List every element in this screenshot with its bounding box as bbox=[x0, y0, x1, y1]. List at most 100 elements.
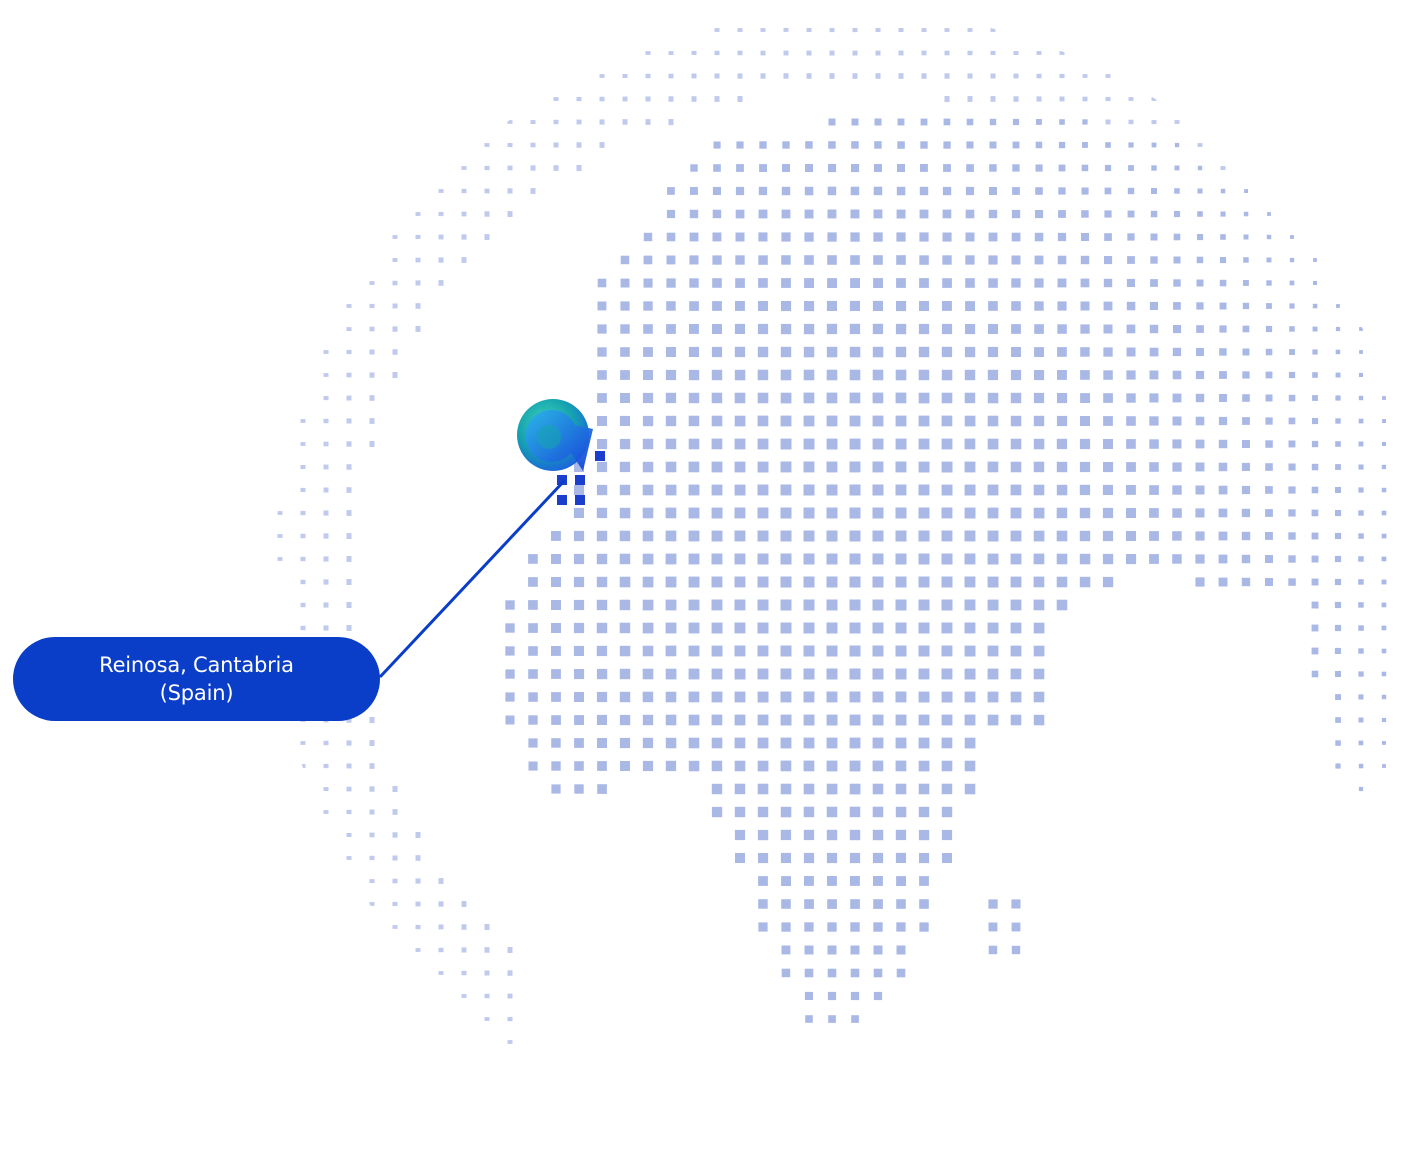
map-dot bbox=[851, 164, 860, 173]
map-dot bbox=[1243, 257, 1249, 263]
map-dot bbox=[369, 902, 375, 906]
map-dot bbox=[1219, 371, 1227, 379]
map-dot bbox=[1104, 256, 1113, 265]
map-dot bbox=[1103, 370, 1113, 380]
map-dot bbox=[553, 119, 559, 125]
map-dot bbox=[873, 922, 883, 932]
map-dot bbox=[1289, 257, 1295, 263]
map-dot bbox=[711, 507, 723, 519]
map-dot bbox=[734, 599, 746, 611]
map-dot bbox=[1197, 165, 1203, 171]
map-dot bbox=[688, 530, 700, 542]
map-dot bbox=[507, 1040, 513, 1044]
map-dot bbox=[1358, 510, 1364, 516]
map-dot bbox=[1149, 324, 1159, 334]
map-dot bbox=[597, 761, 607, 771]
map-dot bbox=[895, 714, 907, 726]
map-dot bbox=[392, 786, 398, 792]
map-dot bbox=[990, 50, 996, 56]
map-dot bbox=[967, 50, 973, 56]
map-dot bbox=[392, 878, 398, 884]
map-dot bbox=[369, 717, 375, 724]
map-dot bbox=[849, 645, 861, 657]
map-dot bbox=[757, 691, 769, 703]
map-dot bbox=[896, 209, 906, 219]
map-dot bbox=[689, 232, 699, 242]
map-dot bbox=[1381, 441, 1386, 446]
map-dot bbox=[642, 737, 654, 749]
map-dot bbox=[1334, 601, 1342, 609]
map-dot bbox=[734, 691, 746, 703]
map-dot bbox=[964, 737, 976, 749]
map-dot bbox=[415, 326, 421, 332]
map-dot bbox=[642, 714, 654, 726]
map-dot bbox=[896, 945, 906, 955]
map-dot bbox=[964, 346, 976, 358]
map-dot bbox=[1011, 209, 1021, 219]
map-dot bbox=[392, 372, 398, 378]
map-dot bbox=[803, 484, 815, 496]
map-dot bbox=[987, 346, 999, 358]
map-dot bbox=[757, 668, 769, 680]
map-dot bbox=[392, 280, 398, 286]
map-dot bbox=[734, 645, 746, 657]
map-dot bbox=[735, 209, 745, 219]
map-dot bbox=[895, 645, 907, 657]
map-dot bbox=[734, 507, 746, 519]
map-dot bbox=[346, 395, 352, 401]
map-dot bbox=[942, 232, 952, 242]
map-dot bbox=[874, 164, 882, 172]
map-dot bbox=[346, 327, 352, 331]
map-dot bbox=[873, 255, 883, 265]
map-dot bbox=[896, 899, 906, 909]
map-dot bbox=[1382, 396, 1386, 400]
map-dot bbox=[804, 278, 814, 288]
map-dot bbox=[596, 461, 608, 473]
map-dot bbox=[1195, 393, 1205, 403]
map-dot bbox=[1195, 577, 1205, 587]
map-dot bbox=[369, 303, 375, 309]
map-dot bbox=[781, 209, 791, 219]
map-dot bbox=[530, 142, 536, 148]
map-dot bbox=[1381, 648, 1387, 654]
map-dot bbox=[783, 50, 789, 56]
location-label[interactable]: Reinosa, Cantabria (Spain) bbox=[13, 637, 380, 721]
map-dot bbox=[872, 300, 883, 311]
map-dot bbox=[964, 438, 976, 450]
map-dot bbox=[965, 278, 975, 288]
map-dot bbox=[966, 141, 974, 149]
map-dot bbox=[528, 715, 538, 725]
map-dot bbox=[735, 278, 745, 288]
map-dot bbox=[849, 576, 861, 588]
map-dot bbox=[758, 232, 768, 242]
map-dot bbox=[666, 278, 676, 288]
map-dot bbox=[1149, 462, 1159, 472]
map-dot bbox=[803, 829, 815, 841]
map-dot bbox=[987, 438, 999, 450]
map-dot bbox=[851, 1015, 859, 1023]
map-dot bbox=[849, 461, 861, 473]
map-dot bbox=[1241, 577, 1251, 587]
map-dot bbox=[826, 737, 838, 749]
map-dot bbox=[897, 164, 905, 172]
map-dot bbox=[874, 118, 882, 126]
map-dot bbox=[323, 787, 329, 791]
map-dot bbox=[1335, 510, 1342, 517]
map-dot bbox=[944, 50, 950, 56]
map-dot bbox=[941, 806, 953, 818]
map-dot bbox=[943, 141, 951, 149]
map-dot bbox=[1126, 278, 1135, 287]
map-dot bbox=[620, 393, 630, 403]
map-dot bbox=[711, 645, 723, 657]
map-dot bbox=[1219, 394, 1227, 402]
map-dot bbox=[782, 141, 790, 149]
map-dot bbox=[780, 668, 792, 680]
map-dot bbox=[1265, 532, 1273, 540]
map-dot bbox=[804, 945, 814, 955]
map-dot bbox=[688, 599, 700, 611]
map-dot bbox=[505, 646, 515, 656]
map-dot bbox=[734, 737, 746, 749]
map-dot bbox=[895, 599, 907, 611]
map-dot bbox=[918, 415, 930, 427]
map-dot bbox=[780, 415, 792, 427]
